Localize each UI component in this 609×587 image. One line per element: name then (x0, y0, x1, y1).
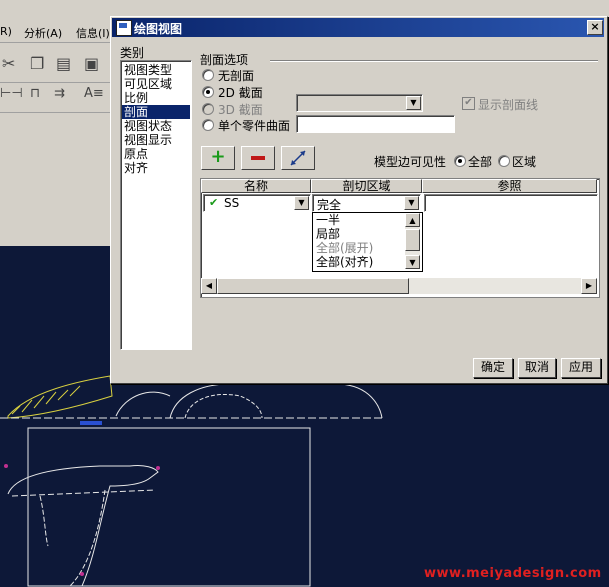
chevron-down-icon[interactable]: ▼ (406, 96, 421, 110)
radio-visibility-total-label: 全部 (468, 155, 493, 169)
top-view-inner-arc (184, 393, 263, 419)
model-edge-visibility-label: 模型边可见性 (374, 155, 447, 169)
pink-marker-bottom (80, 572, 84, 576)
dropdown-option-half[interactable]: 一半 (316, 214, 340, 227)
radio-2d-section-label: 2D 截面 (218, 86, 263, 100)
radio-single-part-surface-label: 单个零件曲面 (218, 119, 291, 133)
copy-icon[interactable]: ❐ (30, 54, 44, 73)
ok-button[interactable]: 确定 (473, 358, 513, 378)
watermark: www.meiyadesign.com (424, 566, 602, 581)
front-view-inner-line (11, 489, 156, 497)
radio-3d-section-label: 3D 截面 (218, 103, 263, 117)
category-item-origin[interactable]: 原点 (124, 147, 148, 161)
dropdown-option-full-unfold[interactable]: 全部(展开) (316, 242, 373, 255)
row-name-value: SS (224, 196, 240, 210)
paste-icon[interactable]: ▤ (56, 54, 71, 73)
radio-no-section-label: 无剖面 (218, 69, 255, 83)
section-options-label: 剖面选项 (200, 53, 249, 67)
scroll-thumb[interactable] (405, 229, 420, 251)
category-item-scale[interactable]: 比例 (124, 91, 148, 105)
flip-arrow-icon (290, 150, 306, 166)
radio-single-part-surface[interactable] (202, 119, 214, 131)
front-view-curve (39, 495, 49, 547)
chevron-down-icon[interactable]: ▼ (404, 196, 419, 210)
front-view-frame (27, 427, 311, 587)
category-item-view-display[interactable]: 视图显示 (124, 133, 172, 147)
single-part-surface-input[interactable] (296, 115, 455, 133)
dropdown-option-local[interactable]: 局部 (316, 228, 340, 241)
column-header-name[interactable]: 名称 (201, 179, 311, 193)
category-item-alignment[interactable]: 对齐 (124, 161, 148, 175)
radio-3d-section[interactable] (202, 103, 214, 115)
menu-item-r[interactable]: R) (0, 25, 12, 38)
table-row-reference-field[interactable] (424, 194, 598, 212)
chevron-down-icon[interactable]: ▼ (294, 196, 309, 210)
radio-2d-section[interactable] (202, 86, 214, 98)
scroll-left-icon[interactable]: ◀ (201, 278, 217, 294)
text-note-icon[interactable]: A≡ (84, 86, 104, 101)
column-header-reference[interactable]: 参照 (422, 179, 597, 193)
dropdown-scrollbar[interactable]: ▲ ▼ (405, 213, 420, 269)
remove-section-button[interactable] (241, 146, 275, 170)
ordinate-icon[interactable]: ⊓ (30, 86, 40, 101)
close-button[interactable]: × (587, 20, 603, 35)
show-hatch-label: 显示剖面线 (478, 98, 539, 112)
background-menubar: R) 分析(A) 信息(I) (0, 22, 112, 43)
pink-marker-right (156, 466, 160, 470)
radio-no-section[interactable] (202, 69, 214, 81)
window-icon (116, 20, 132, 36)
radio-visibility-area[interactable] (498, 155, 510, 167)
cancel-button[interactable]: 取消 (518, 358, 556, 378)
category-item-section[interactable]: 剖面 (122, 105, 190, 119)
checkmark-icon: ✔ (209, 196, 219, 209)
top-view-left-curve (7, 375, 113, 419)
background-toolbar-bottom: ⊢⊣ ⊓ ⇉ A≡ (0, 84, 112, 113)
top-view-right-shape (169, 383, 383, 419)
pink-marker-left (4, 464, 8, 468)
scroll-right-icon[interactable]: ▶ (581, 278, 597, 294)
table-row-name-select[interactable]: ✔ SS ▼ (203, 194, 311, 212)
category-list[interactable]: 视图类型 可见区域 比例 剖面 视图状态 视图显示 原点 对齐 (120, 60, 192, 350)
radio-visibility-total[interactable] (454, 155, 466, 167)
menu-item-info[interactable]: 信息(I) (76, 25, 110, 41)
hscroll-thumb[interactable] (217, 278, 409, 294)
paste-special-icon[interactable]: ▣ (84, 54, 99, 73)
dialog-title: 绘图视图 (134, 22, 183, 36)
blue-marker (80, 421, 102, 425)
category-item-view-states[interactable]: 视图状态 (124, 119, 172, 133)
scroll-up-icon[interactable]: ▲ (405, 213, 420, 227)
section-options-divider (270, 60, 598, 62)
category-item-view-type[interactable]: 视图类型 (124, 63, 172, 77)
row-area-value: 完全 (317, 198, 342, 212)
plus-icon: + (210, 146, 226, 167)
dialog-titlebar[interactable] (112, 18, 604, 37)
dropdown-option-full-aligned[interactable]: 全部(对齐) (316, 256, 373, 269)
minus-icon (251, 156, 265, 160)
category-label: 类别 (120, 46, 145, 60)
dimension-icon[interactable]: ⊢⊣ (0, 86, 23, 101)
table-horizontal-scrollbar[interactable]: ◀ ▶ (201, 278, 597, 294)
show-hatch-checkbox[interactable]: ✔ (462, 97, 475, 110)
top-view-middle-arc (115, 391, 171, 417)
radio-visibility-area-label: 区域 (512, 155, 537, 169)
scissors-icon[interactable]: ✂ (2, 54, 15, 73)
add-section-button[interactable]: + (201, 146, 235, 170)
apply-button[interactable]: 应用 (561, 358, 601, 378)
scroll-down-icon[interactable]: ▼ (405, 255, 420, 269)
top-view-hatch (11, 385, 81, 415)
break-icon[interactable]: ⇉ (54, 86, 65, 101)
section-name-select[interactable]: ▼ (296, 94, 423, 112)
flip-direction-button[interactable] (281, 146, 315, 170)
table-row-area-select[interactable]: 完全 ▼ (312, 194, 421, 212)
menu-item-analysis[interactable]: 分析(A) (24, 25, 62, 41)
column-header-cutting-area[interactable]: 剖切区域 (311, 179, 422, 193)
background-toolbar-top: ✂ ❐ ▤ ▣ (0, 46, 112, 83)
category-item-visible-area[interactable]: 可见区域 (124, 77, 172, 91)
